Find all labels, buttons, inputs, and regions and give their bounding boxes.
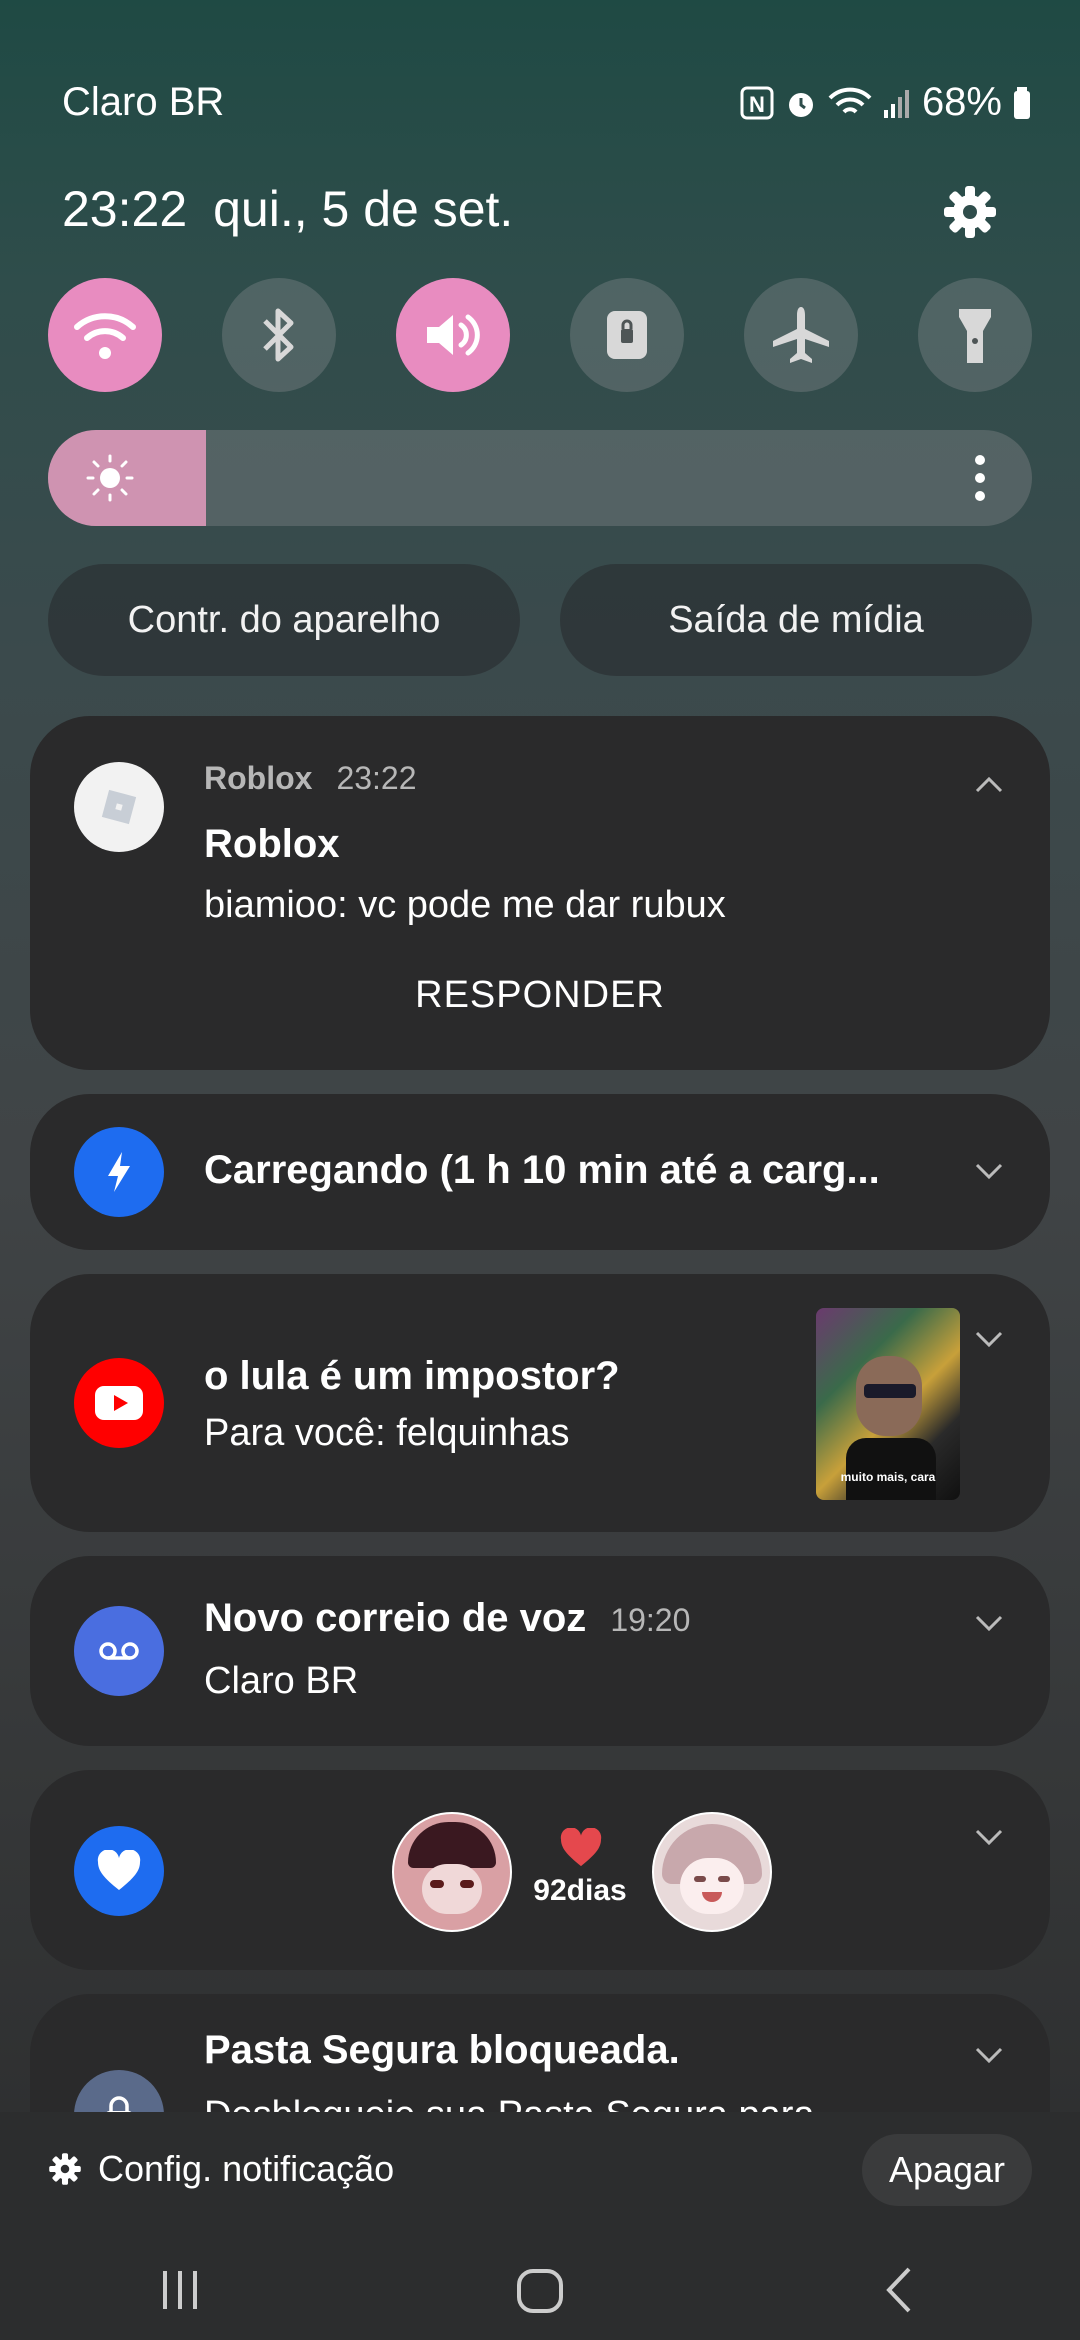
chevron-down-icon[interactable] [974, 1162, 1004, 1182]
carrier-label: Claro BR [62, 80, 225, 124]
home-icon[interactable] [515, 2265, 565, 2315]
alarm-icon [788, 92, 813, 117]
rotation-lock-toggle[interactable] [570, 278, 684, 392]
settings-gear-icon[interactable] [942, 184, 998, 240]
youtube-icon [95, 1386, 143, 1420]
lock-icon [607, 311, 647, 359]
chevron-up-icon[interactable] [974, 774, 1004, 794]
notification-youtube[interactable]: o lula é um impostor? Para você: felquin… [30, 1274, 1050, 1532]
recent-apps-icon[interactable] [155, 2265, 205, 2315]
voicemail-text: Claro BR [204, 1660, 359, 1702]
bluetooth-toggle[interactable] [222, 278, 336, 392]
reply-button[interactable]: RESPONDER [30, 974, 1050, 1017]
heart-red-icon [560, 1828, 602, 1867]
days-counter: 92dias [533, 1874, 627, 1907]
heart-app-icon [74, 1826, 164, 1916]
airplane-icon [773, 307, 829, 363]
charging-title: Carregando (1 h 10 min até a carg... [204, 1148, 880, 1192]
svg-text:N: N [749, 92, 765, 117]
signal-icon [883, 89, 909, 118]
notification-text: biamioo: vc pode me dar rubux [204, 884, 726, 926]
notification-roblox[interactable]: Roblox 23:22 Roblox biamioo: vc pode me … [30, 716, 1050, 1070]
chevron-down-icon[interactable] [974, 1614, 1004, 1634]
notification-settings-label: Config. notificação [98, 2148, 395, 2189]
voicemail-icon [99, 1642, 139, 1660]
chevron-down-icon[interactable] [974, 1828, 1004, 1848]
battery-percent: 68% [921, 80, 1002, 124]
notification-title: Roblox [204, 822, 340, 866]
chevron-down-icon[interactable] [974, 2046, 1004, 2066]
sun-icon [86, 454, 134, 502]
flashlight-icon [959, 309, 991, 363]
gear-icon [49, 2153, 81, 2185]
notification-time: 23:22 [336, 760, 417, 796]
wifi-toggle[interactable] [48, 278, 162, 392]
wifi-status-icon [828, 87, 872, 114]
media-output-button[interactable]: Saída de mídia [560, 564, 1032, 676]
youtube-title: o lula é um impostor? [204, 1354, 620, 1398]
video-thumbnail: muito mais, cara [816, 1308, 960, 1500]
bluetooth-icon [263, 308, 294, 362]
battery-icon [1014, 86, 1030, 119]
date-time: 23:22 qui., 5 de set. [62, 180, 513, 238]
navigation-bar [0, 2240, 1080, 2340]
wifi-icon [74, 313, 136, 359]
voicemail-app-icon [74, 1606, 164, 1696]
avatar-right [652, 1812, 772, 1932]
secure-folder-title: Pasta Segura bloqueada. [204, 2028, 680, 2072]
youtube-text: Para você: felquinhas [204, 1412, 570, 1454]
clock: 23:22 [62, 181, 188, 237]
thumbnail-caption: muito mais, cara [840, 1470, 936, 1484]
heart-icon [97, 1850, 141, 1890]
notification-settings-link[interactable]: Config. notificação [48, 2148, 394, 2190]
clear-all-button[interactable]: Apagar [862, 2134, 1032, 2206]
status-icons: N 68% [740, 80, 1032, 125]
date: qui., 5 de set. [213, 181, 514, 237]
quick-toggles [48, 278, 1032, 392]
app-name: Roblox [204, 760, 313, 796]
youtube-app-icon [74, 1358, 164, 1448]
device-control-button[interactable]: Contr. do aparelho [48, 564, 520, 676]
voicemail-time: 19:20 [610, 1602, 691, 1638]
more-options-icon[interactable] [970, 452, 990, 504]
roblox-app-icon [74, 762, 164, 852]
flashlight-toggle[interactable] [918, 278, 1032, 392]
brightness-slider[interactable] [48, 430, 1032, 526]
sound-toggle[interactable] [396, 278, 510, 392]
notification-voicemail[interactable]: Novo correio de voz 19:20 Claro BR [30, 1556, 1050, 1746]
notification-charging[interactable]: Carregando (1 h 10 min até a carg... [30, 1094, 1050, 1250]
lightning-icon [108, 1152, 130, 1192]
notification-days-widget[interactable]: 92dias [30, 1770, 1050, 1970]
voicemail-title: Novo correio de voz [204, 1596, 587, 1640]
charging-app-icon [74, 1127, 164, 1217]
airplane-toggle[interactable] [744, 278, 858, 392]
volume-icon [427, 314, 480, 356]
chevron-down-icon[interactable] [974, 1330, 1004, 1350]
nfc-icon: N [740, 86, 774, 119]
avatar-left [392, 1812, 512, 1932]
back-icon[interactable] [875, 2265, 925, 2315]
